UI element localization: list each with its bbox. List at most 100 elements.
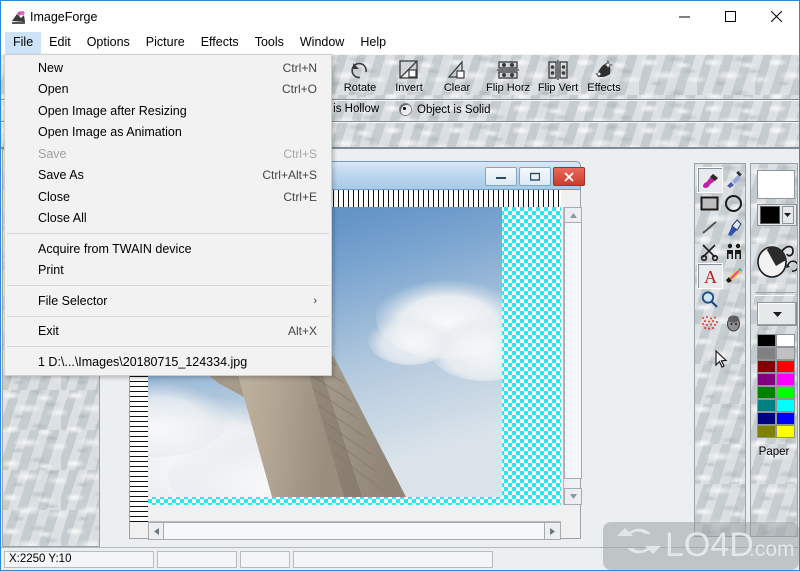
- object-solid-label: Object is Solid: [417, 103, 491, 116]
- color-preview-box: [757, 170, 795, 199]
- menu-item-save: Save Ctrl+S: [5, 143, 331, 165]
- flip-horz-button[interactable]: Flip Horz: [480, 57, 536, 99]
- menu-effects[interactable]: Effects: [193, 32, 247, 54]
- object-solid-radio[interactable]: Object is Solid: [399, 103, 491, 116]
- menu-item-close-all[interactable]: Close All: [5, 208, 331, 230]
- color-swatch[interactable]: [757, 373, 776, 386]
- eyedropper-icon[interactable]: [721, 167, 745, 191]
- menu-item-recent-file[interactable]: 1 D:\...\Images\20180715_124334.jpg: [5, 351, 331, 373]
- menu-item-close[interactable]: Close Ctrl+E: [5, 186, 331, 208]
- status-panel-3: [240, 550, 290, 568]
- maximize-icon[interactable]: [707, 1, 753, 32]
- rectangle-icon[interactable]: [697, 191, 721, 215]
- clear-icon: [433, 57, 481, 81]
- color-swatch[interactable]: [757, 399, 776, 412]
- scroll-right-icon[interactable]: [544, 522, 561, 540]
- color-swatch[interactable]: [776, 399, 795, 412]
- menu-options[interactable]: Options: [79, 32, 138, 54]
- chevron-down-icon[interactable]: [781, 206, 794, 224]
- magnifier-icon[interactable]: [697, 287, 721, 311]
- color-swatch[interactable]: [757, 425, 776, 438]
- menu-separator: [7, 285, 329, 286]
- status-panel-2: [157, 550, 237, 568]
- menu-item-label: Exit: [38, 324, 59, 339]
- menu-picture[interactable]: Picture: [138, 32, 193, 54]
- canvas-vertical-scrollbar[interactable]: [563, 207, 582, 505]
- color-swatch[interactable]: [757, 360, 776, 373]
- color-swatch[interactable]: [776, 360, 795, 373]
- cursor-arrow-icon[interactable]: [709, 347, 733, 371]
- clear-button[interactable]: Clear: [433, 57, 481, 99]
- color-swatch[interactable]: [776, 386, 795, 399]
- menu-help[interactable]: Help: [352, 32, 394, 54]
- color-panel: Paper: [750, 163, 799, 537]
- color-swatch[interactable]: [757, 334, 776, 347]
- menubar: File Edit Options Picture Effects Tools …: [1, 32, 799, 54]
- crayon-icon[interactable]: [721, 263, 745, 287]
- menu-item-exit[interactable]: Exit Alt+X: [5, 321, 331, 343]
- color-swatch[interactable]: [757, 386, 776, 399]
- panel-divider: [755, 292, 795, 296]
- palette-dropdown-button[interactable]: [757, 302, 797, 326]
- portrait-icon[interactable]: [721, 311, 745, 335]
- color-swatch[interactable]: [776, 412, 795, 425]
- ellipse-icon[interactable]: [721, 191, 745, 215]
- color-selector-dropdown[interactable]: [757, 204, 797, 226]
- color-swatch[interactable]: [776, 425, 795, 438]
- color-swatch[interactable]: [776, 373, 795, 386]
- color-swatch[interactable]: [757, 347, 776, 360]
- rotate-button[interactable]: Rotate: [336, 57, 384, 99]
- fountain-pen-icon[interactable]: [721, 215, 745, 239]
- menu-item-open-after-resizing[interactable]: Open Image after Resizing: [5, 100, 331, 122]
- flip-vert-button[interactable]: Flip Vert: [532, 57, 584, 99]
- scroll-down-icon[interactable]: [564, 488, 582, 505]
- color-swatch[interactable]: [776, 347, 795, 360]
- color-swatch[interactable]: [776, 334, 795, 347]
- menu-item-file-selector[interactable]: File Selector ›: [5, 290, 331, 312]
- menu-edit[interactable]: Edit: [41, 32, 79, 54]
- menu-item-label: Open Image after Resizing: [38, 103, 187, 118]
- close-icon[interactable]: [753, 1, 799, 32]
- child-minimize-icon[interactable]: [485, 167, 517, 186]
- line-icon[interactable]: [697, 215, 721, 239]
- menu-item-label: Print: [38, 263, 64, 278]
- menu-item-new[interactable]: New Ctrl+N: [5, 57, 331, 79]
- menu-item-open[interactable]: Open Ctrl+O: [5, 79, 331, 101]
- menu-item-label: Save: [38, 146, 67, 161]
- clipart-people-icon[interactable]: [721, 239, 745, 263]
- file-dropdown-menu: New Ctrl+N Open Ctrl+O Open Image after …: [4, 54, 332, 376]
- paintbrush-icon[interactable]: [697, 167, 723, 193]
- window-titlebar: ImageForge: [1, 1, 799, 34]
- application-window: ImageForge File Edit Options Picture Eff…: [0, 0, 800, 571]
- rotate-label: Rotate: [343, 82, 377, 94]
- mouse-swap-colors-icon[interactable]: [755, 230, 799, 282]
- minimize-icon[interactable]: [661, 1, 707, 32]
- color-swatch-grid[interactable]: [757, 334, 795, 438]
- menu-tools[interactable]: Tools: [247, 32, 292, 54]
- child-close-icon[interactable]: [553, 167, 585, 186]
- text-tool-icon[interactable]: A: [697, 263, 723, 289]
- menu-separator: [7, 315, 329, 317]
- menu-item-label: New: [38, 60, 64, 75]
- status-coordinates: X:2250 Y:10: [4, 550, 154, 568]
- menu-window[interactable]: Window: [292, 32, 352, 54]
- effects-label: Effects: [587, 82, 621, 94]
- invert-icon: [385, 57, 433, 81]
- invert-button[interactable]: Invert: [385, 57, 433, 99]
- menu-item-open-as-animation[interactable]: Open Image as Animation: [5, 122, 331, 144]
- color-swatch[interactable]: [757, 412, 776, 425]
- menu-item-label: Close: [38, 189, 70, 204]
- vertical-scroll-thumb[interactable]: [564, 222, 582, 479]
- clear-label: Clear: [443, 82, 471, 94]
- scissors-icon[interactable]: [697, 239, 721, 263]
- menu-item-accelerator: Alt+X: [287, 324, 317, 339]
- menu-item-print[interactable]: Print: [5, 260, 331, 282]
- canvas-horizontal-scrollbar[interactable]: [148, 521, 561, 540]
- child-restore-icon[interactable]: [519, 167, 551, 186]
- spray-can-icon[interactable]: [697, 311, 721, 335]
- horizontal-scroll-thumb[interactable]: [163, 522, 545, 540]
- menu-file[interactable]: File: [5, 32, 42, 54]
- menu-item-save-as[interactable]: Save As Ctrl+Alt+S: [5, 165, 331, 187]
- menu-item-acquire-twain[interactable]: Acquire from TWAIN device: [5, 238, 331, 260]
- effects-button[interactable]: Effects: [579, 57, 629, 99]
